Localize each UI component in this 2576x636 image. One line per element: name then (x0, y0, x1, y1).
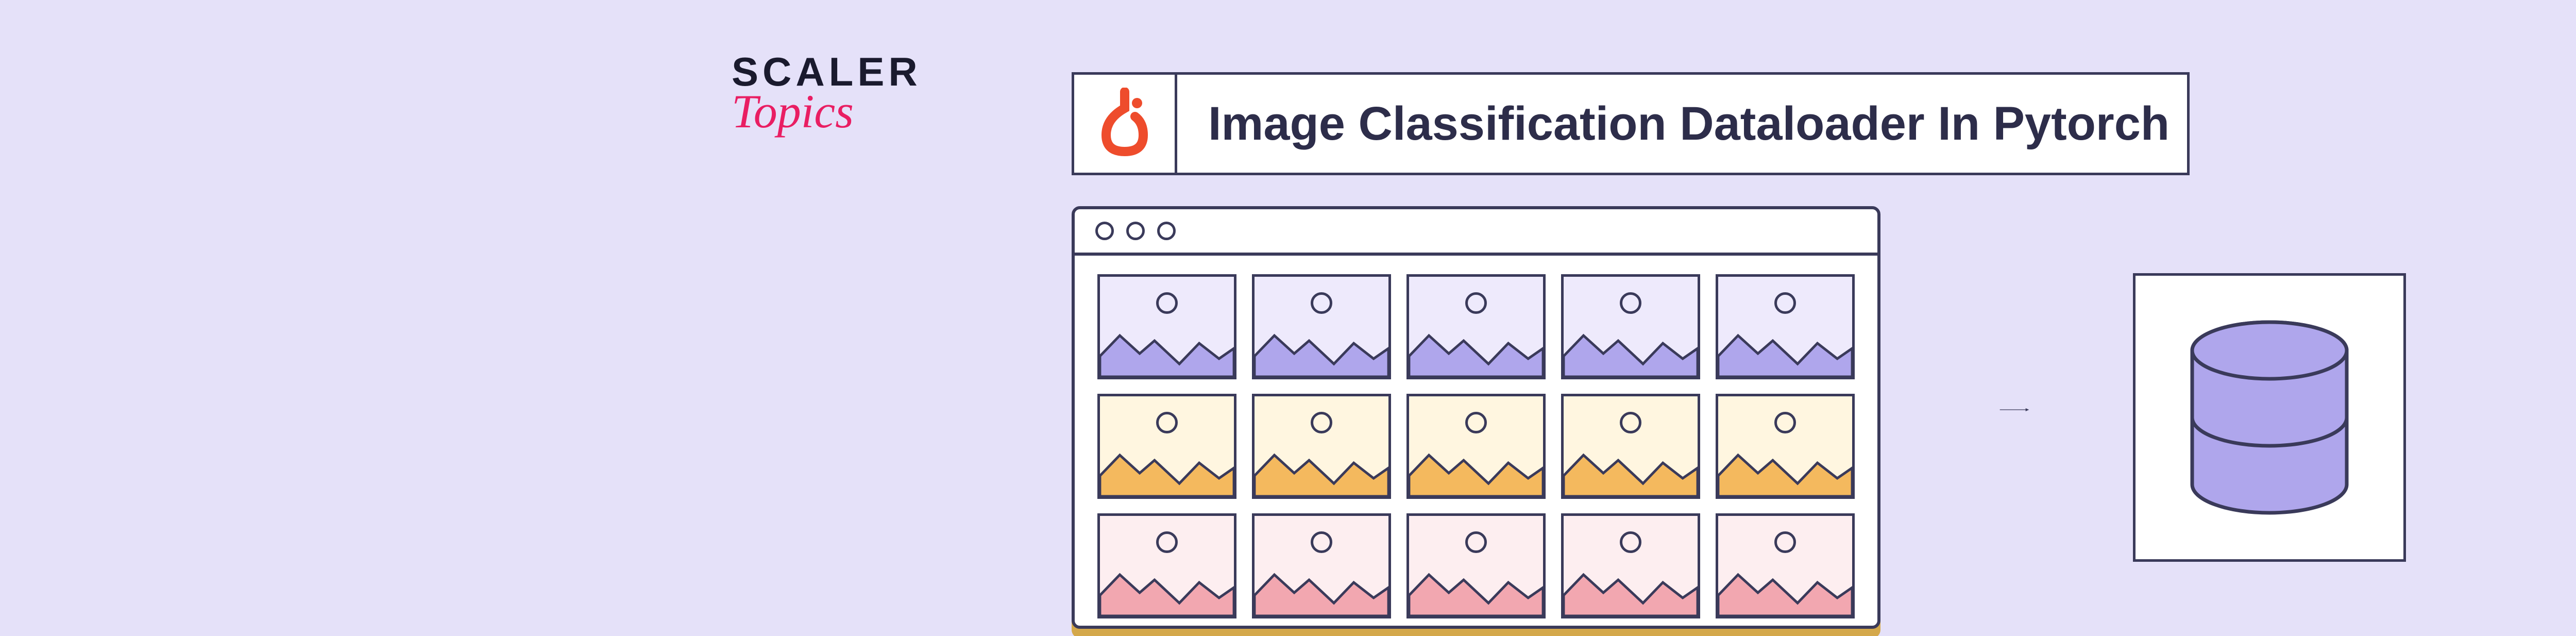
image-thumbnail (1561, 513, 1700, 618)
sun-icon (1774, 412, 1796, 433)
mountain-icon (1100, 564, 1234, 616)
sun-icon (1465, 292, 1487, 314)
scaler-topics-logo: SCALER Topics (732, 52, 922, 135)
image-thumbnail (1716, 394, 1855, 499)
image-row-yellow (1097, 394, 1855, 499)
mountain-icon (1255, 445, 1388, 496)
mountain-icon (1564, 445, 1698, 496)
image-thumbnail (1097, 274, 1236, 379)
database-icon (2184, 320, 2354, 515)
arrow-icon (1927, 407, 2102, 412)
image-thumbnail (1252, 394, 1391, 499)
image-row-pink (1097, 513, 1855, 618)
mountain-icon (1718, 564, 1852, 616)
image-grid (1075, 256, 1877, 629)
sun-icon (1620, 412, 1641, 433)
mountain-icon (1409, 325, 1543, 377)
window-titlebar (1075, 209, 1877, 256)
window-control-dot (1095, 222, 1114, 240)
window-control-dot (1126, 222, 1145, 240)
image-row-purple (1097, 274, 1855, 379)
window-control-dot (1157, 222, 1176, 240)
sun-icon (1774, 292, 1796, 314)
title-bar: Image Classification Dataloader In Pytor… (1072, 72, 2190, 175)
image-thumbnail (1097, 394, 1236, 499)
mountain-icon (1255, 564, 1388, 616)
sun-icon (1311, 412, 1332, 433)
logo-line-2: Topics (732, 88, 922, 135)
image-thumbnail (1406, 513, 1546, 618)
diagram-container: SCALER Topics Image Classification Datal… (670, 0, 2421, 636)
sun-icon (1465, 412, 1487, 433)
pytorch-icon (1074, 72, 1177, 175)
image-thumbnail (1097, 513, 1236, 618)
sun-icon (1156, 531, 1178, 553)
mountain-icon (1100, 325, 1234, 377)
mountain-icon (1100, 445, 1234, 496)
mountain-icon (1564, 325, 1698, 377)
image-thumbnail (1252, 513, 1391, 618)
mountain-icon (1409, 564, 1543, 616)
image-thumbnail (1252, 274, 1391, 379)
sun-icon (1156, 292, 1178, 314)
mountain-icon (1718, 445, 1852, 496)
image-gallery-window (1072, 206, 1880, 629)
image-thumbnail (1406, 274, 1546, 379)
sun-icon (1311, 292, 1332, 314)
image-thumbnail (1561, 394, 1700, 499)
sun-icon (1620, 531, 1641, 553)
image-thumbnail (1561, 274, 1700, 379)
image-thumbnail (1716, 274, 1855, 379)
mountain-icon (1718, 325, 1852, 377)
sun-icon (1620, 292, 1641, 314)
image-thumbnail (1716, 513, 1855, 618)
sun-icon (1774, 531, 1796, 553)
mountain-icon (1564, 564, 1698, 616)
mountain-icon (1255, 325, 1388, 377)
title-text: Image Classification Dataloader In Pytor… (1177, 97, 2187, 151)
sun-icon (1156, 412, 1178, 433)
mountain-icon (1409, 445, 1543, 496)
image-thumbnail (1406, 394, 1546, 499)
sun-icon (1311, 531, 1332, 553)
sun-icon (1465, 531, 1487, 553)
database-container (2133, 273, 2406, 562)
